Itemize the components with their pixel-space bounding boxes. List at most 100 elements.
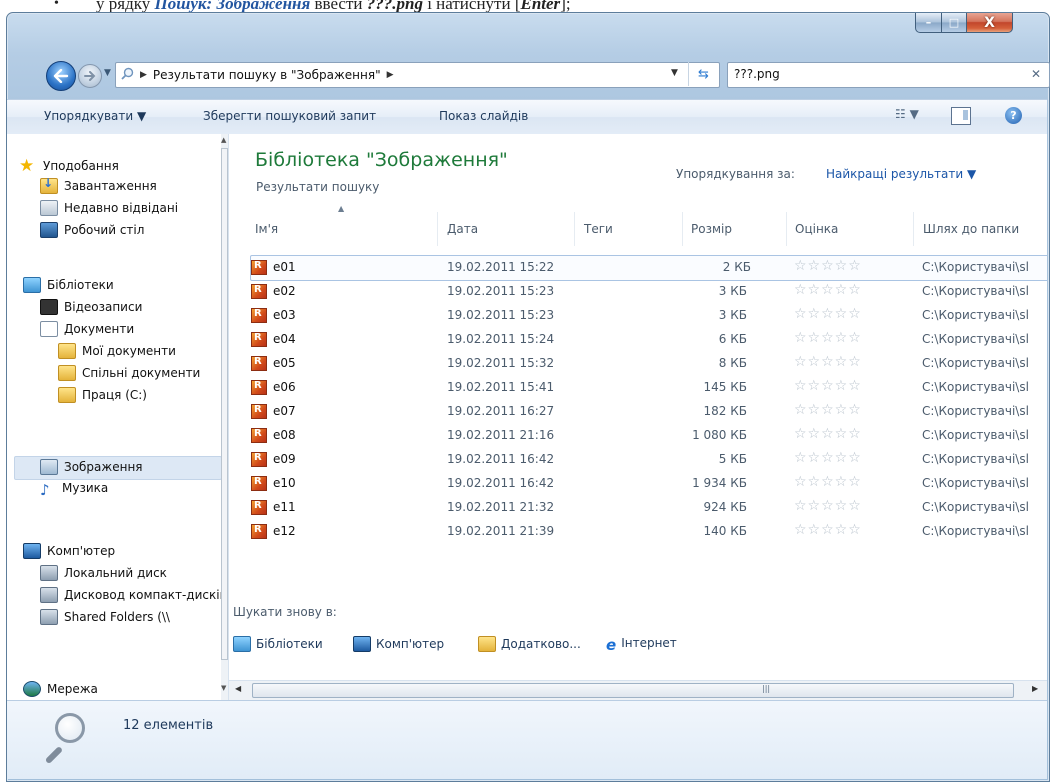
breadcrumb-search-results[interactable]: Результати пошуку в "Зображення" [153,68,381,82]
file-row[interactable]: e06 19.02.2011 15:41 145 КБ ☆☆☆☆☆ C:\Кор… [251,376,1047,400]
maximize-button[interactable]: □ [942,13,967,33]
sidebar-item-pictures[interactable]: Зображення [40,459,143,475]
file-name: e04 [273,332,296,346]
sidebar-item-recent-places[interactable]: Недавно відвідані [40,200,178,216]
recent-pages-dropdown[interactable]: ▼ [104,68,111,78]
preview-pane-icon[interactable] [951,107,971,125]
rating-stars[interactable]: ☆☆☆☆☆ [794,330,862,346]
sidebar-item-network[interactable]: Мережа [23,681,98,697]
sidebar-item-computer[interactable]: Комп'ютер [23,543,115,559]
rating-stars[interactable]: ☆☆☆☆☆ [794,426,862,442]
sidebar-item-shared-documents[interactable]: Спільні документи [58,365,200,381]
column-header-rating[interactable]: Оцінка [795,222,838,236]
rating-stars[interactable]: ☆☆☆☆☆ [794,354,862,370]
column-header-size[interactable]: Розмір [691,222,732,236]
file-size: 924 КБ [703,500,747,514]
refresh-button[interactable]: ⇆ [688,62,718,86]
file-row[interactable]: e08 19.02.2011 21:16 1 080 КБ ☆☆☆☆☆ C:\К… [251,424,1047,448]
breadcrumb-separator-icon[interactable]: ▶ [387,70,394,80]
sidebar-item-favorites[interactable]: ★ Уподобання [19,156,119,176]
horizontal-scrollbar[interactable]: ◀ ||| ▶ [229,680,1047,700]
rating-stars[interactable]: ☆☆☆☆☆ [794,378,862,394]
file-row[interactable]: e12 19.02.2011 21:39 140 КБ ☆☆☆☆☆ C:\Кор… [251,520,1047,544]
sidebar-item-documents[interactable]: Документи [40,321,134,337]
rating-stars[interactable]: ☆☆☆☆☆ [794,474,862,490]
scrollbar-thumb[interactable] [252,683,1014,698]
search-again-computer-link[interactable]: Комп'ютер [353,636,444,652]
file-row[interactable]: e09 19.02.2011 16:42 5 КБ ☆☆☆☆☆ C:\Корис… [251,448,1047,472]
file-date: 19.02.2011 16:27 [447,404,555,418]
sidebar-item-downloads[interactable]: Завантаження [40,176,157,194]
sidebar-item-local-disk[interactable]: Локальний диск [40,565,167,581]
minimize-button[interactable]: – [915,13,942,33]
scroll-right-icon[interactable]: ▶ [1032,684,1038,693]
column-header-name[interactable]: Ім'я [255,222,278,236]
search-again-internet-link[interactable]: e Інтернет [606,636,677,654]
save-search-button[interactable]: Зберегти пошуковий запит [203,109,376,123]
rating-stars[interactable]: ☆☆☆☆☆ [794,498,862,514]
rating-stars[interactable]: ☆☆☆☆☆ [794,306,862,322]
column-divider[interactable] [913,212,914,246]
forward-button[interactable] [78,64,102,88]
sidebar-item-music[interactable]: ♪ Музика [40,481,108,499]
computer-icon [23,543,41,559]
search-box[interactable]: ✕ [727,62,1050,88]
sidebar-item-desktop[interactable]: Робочий стіл [40,222,144,238]
window-caption-buttons: – □ X [915,13,1013,34]
file-row[interactable]: e11 19.02.2011 21:32 924 КБ ☆☆☆☆☆ C:\Кор… [251,496,1047,520]
sidebar-item-work-drive[interactable]: Праця (C:) [58,387,147,403]
column-divider[interactable] [786,212,787,246]
navigation-scrollbar[interactable]: ▲ ▼ [221,134,228,700]
sidebar-item-videos[interactable]: Відеозаписи [40,299,142,315]
column-header-tags[interactable]: Теги [584,222,613,236]
file-row[interactable]: e05 19.02.2011 15:32 8 КБ ☆☆☆☆☆ C:\Корис… [251,352,1047,376]
sidebar-item-dvd-drive[interactable]: Дисковод компакт-дисків [40,587,227,603]
rating-stars[interactable]: ☆☆☆☆☆ [794,282,862,298]
search-magnifier-icon [44,713,91,765]
back-button[interactable] [46,61,76,91]
scroll-left-icon[interactable]: ◀ [235,684,241,693]
sidebar-item-my-documents[interactable]: Мої документи [58,343,176,359]
close-button[interactable]: X [967,13,1013,33]
file-row[interactable]: e02 19.02.2011 15:23 3 КБ ☆☆☆☆☆ C:\Корис… [251,280,1047,304]
change-view-button[interactable]: ☷ ▼ [895,107,919,121]
file-folder-path: C:\Користувачі\sl [922,428,1029,442]
rating-stars[interactable]: ☆☆☆☆☆ [794,450,862,466]
rating-stars[interactable]: ☆☆☆☆☆ [794,258,862,274]
file-row[interactable]: e01 19.02.2011 15:22 2 КБ ☆☆☆☆☆ C:\Корис… [250,255,1047,281]
file-row[interactable]: e07 19.02.2011 16:27 182 КБ ☆☆☆☆☆ C:\Кор… [251,400,1047,424]
rating-stars[interactable]: ☆☆☆☆☆ [794,402,862,418]
folder-icon [58,365,76,381]
scrollbar-thumb[interactable] [221,148,228,660]
search-again-libraries-link[interactable]: Бібліотеки [233,636,323,652]
address-bar[interactable]: ▶ Результати пошуку в "Зображення" ▶ [115,62,720,88]
bullet-icon: • [54,0,59,11]
folder-icon [58,387,76,403]
address-history-dropdown[interactable]: ▼ [671,68,678,78]
sidebar-item-libraries[interactable]: Бібліотеки [23,277,114,293]
column-divider[interactable] [682,212,683,246]
rating-stars[interactable]: ☆☆☆☆☆ [794,522,862,538]
scroll-up-icon[interactable]: ▲ [221,136,226,144]
scroll-down-icon[interactable]: ▼ [221,684,226,692]
file-row[interactable]: e10 19.02.2011 16:42 1 934 КБ ☆☆☆☆☆ C:\К… [251,472,1047,496]
sidebar-item-shared-folders[interactable]: Shared Folders (\\ [40,609,170,625]
breadcrumb-separator-icon[interactable]: ▶ [140,70,147,80]
slideshow-button[interactable]: Показ слайдів [439,109,528,123]
file-row[interactable]: e03 19.02.2011 15:23 3 КБ ☆☆☆☆☆ C:\Корис… [251,304,1047,328]
downloads-folder-icon [40,176,58,194]
organize-button[interactable]: Упорядкувати ▼ [44,109,146,123]
file-folder-path: C:\Користувачі\sl [922,500,1029,514]
column-header-folder-path[interactable]: Шлях до папки [923,222,1019,236]
search-input[interactable] [728,63,1004,85]
column-divider[interactable] [437,212,438,246]
file-size: 8 КБ [718,356,747,370]
search-again-custom-link[interactable]: Додатково... [478,636,581,652]
help-icon[interactable]: ? [1005,107,1022,124]
file-row[interactable]: e04 19.02.2011 15:24 6 КБ ☆☆☆☆☆ C:\Корис… [251,328,1047,352]
file-folder-path: C:\Користувачі\sl [922,284,1029,298]
column-header-date[interactable]: Дата [447,222,478,236]
arrange-by-dropdown[interactable]: Найкращі результати ▼ [826,167,976,181]
clear-search-icon[interactable]: ✕ [1031,67,1041,81]
column-divider[interactable] [574,212,575,246]
